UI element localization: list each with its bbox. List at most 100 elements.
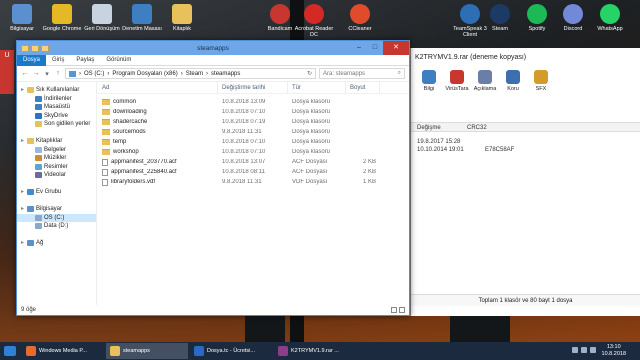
nav-item[interactable]: Belgeler: [17, 146, 96, 155]
nav-item[interactable]: Videolar: [17, 171, 96, 180]
back-arrow-icon[interactable]: ←: [21, 70, 29, 77]
nav-item[interactable]: Müzikler: [17, 154, 96, 163]
ribbon-tab[interactable]: Dosya: [17, 54, 47, 66]
file-row[interactable]: libraryfolders.vdf 9.8.2018 11:31 VDF Dosy…: [98, 177, 409, 187]
file-name[interactable]: workshop: [98, 149, 218, 155]
expand-arrow-icon[interactable]: ▸: [21, 86, 25, 95]
start-button[interactable]: [0, 343, 20, 359]
nav-item[interactable]: ▸ Bilgisayar: [17, 205, 96, 214]
title-bar[interactable]: steamapps – □ ✕: [17, 41, 409, 55]
nav-item[interactable]: İndirilenler: [17, 95, 96, 104]
details-view-icon[interactable]: [391, 307, 397, 313]
desktop-icon[interactable]: Acrobat Reader DC: [294, 4, 334, 38]
archive-col-crc[interactable]: CRC32: [461, 123, 521, 131]
breadcrumb-programs[interactable]: Program Dosyaları (x86): [112, 71, 177, 77]
col-size[interactable]: Boyut: [346, 81, 380, 94]
file-name[interactable]: downloading: [98, 109, 218, 115]
expand-arrow-icon[interactable]: ▸: [21, 137, 25, 146]
nav-item[interactable]: OS (C:): [17, 213, 96, 222]
file-name[interactable]: shadercache: [98, 119, 218, 125]
folder-icon: [102, 119, 110, 125]
ribbon-tab[interactable]: Görünüm: [100, 55, 137, 66]
archive-row[interactable]: 10.10.2014 19:01 E78C58AF: [411, 146, 640, 154]
expand-arrow-icon[interactable]: ▸: [21, 188, 25, 197]
file-row[interactable]: shadercache 10.8.2018 07:19 Dosya klasörü: [98, 117, 409, 127]
file-row[interactable]: common 10.8.2018 13:09 Dosya klasörü: [98, 97, 409, 107]
desktop-icon[interactable]: WhatsApp: [590, 4, 630, 32]
desktop-icon[interactable]: Kitaplık: [162, 4, 202, 32]
col-type[interactable]: Tür: [288, 81, 346, 94]
file-row[interactable]: appmanifest_203770.acf 10.8.2018 13:07 ACF…: [98, 157, 409, 167]
close-button[interactable]: ✕: [383, 41, 409, 55]
nav-item[interactable]: ▸ Sık Kullanılanlar: [17, 86, 96, 95]
ribbon-tab[interactable]: Giriş: [46, 55, 70, 66]
nav-item[interactable]: Resimler: [17, 163, 96, 172]
clock[interactable]: 13:10 10.8.2018: [602, 344, 626, 357]
taskbar-item[interactable]: steamapps: [106, 343, 188, 359]
col-date[interactable]: Değiştirme tarihi: [218, 81, 288, 94]
desktop-icon[interactable]: Google Chrome: [42, 4, 82, 32]
file-name[interactable]: appmanifest_203770.acf: [98, 158, 218, 166]
file-name[interactable]: libraryfolders.vdf: [98, 178, 218, 186]
search-input[interactable]: Ara: steamapps ⌕: [319, 68, 405, 79]
archive-tool-button[interactable]: SFX: [529, 70, 553, 108]
file-name[interactable]: appmanifest_225840.acf: [98, 168, 218, 176]
taskbar-item[interactable]: Dosya.tc - Ücretsi...: [190, 343, 272, 359]
file-row[interactable]: downloading 10.8.2018 07:10 Dosya klasörü: [98, 107, 409, 117]
file-name[interactable]: sourcemods: [98, 129, 218, 135]
taskbar-item[interactable]: K2TRYMV1.9.rar ...: [274, 343, 356, 359]
nav-item[interactable]: ▸ Kitaplıklar: [17, 137, 96, 146]
desktop-icon[interactable]: Discord: [553, 4, 593, 32]
nav-item[interactable]: Data (D:): [17, 222, 96, 231]
taskbar-item[interactable]: Windows Media P...: [22, 343, 104, 359]
side-badge[interactable]: U: [0, 50, 14, 94]
column-headers: Ad Değiştirme tarihi Tür Boyut: [98, 81, 409, 94]
archive-tool-button[interactable]: Açıklama: [473, 70, 497, 108]
nav-item[interactable]: SkyDrive: [17, 112, 96, 121]
breadcrumb-steam[interactable]: Steam: [186, 71, 203, 77]
address-path[interactable]: › OS (C:) › Program Dosyaları (x86) › St…: [65, 68, 316, 79]
ribbon-tab[interactable]: Paylaş: [70, 55, 100, 66]
expand-arrow-icon[interactable]: ▸: [21, 239, 25, 248]
breadcrumb-drive[interactable]: OS (C:): [84, 71, 104, 77]
archive-window: K2TRYMV1.9.rar (deneme kopyası) Bilgi Vir…: [410, 48, 640, 316]
desktop-icon[interactable]: Spotify: [517, 4, 557, 32]
file-row[interactable]: appmanifest_225840.acf 10.8.2018 08:11 ACF…: [98, 167, 409, 177]
desktop-icon[interactable]: Bilgisayar: [2, 4, 42, 32]
nav-item[interactable]: ▸ Ev Grubu: [17, 188, 96, 197]
desktop-icon[interactable]: Geri Dönüşüm: [82, 4, 122, 32]
volume-icon[interactable]: [590, 347, 596, 353]
file-row[interactable]: temp 10.8.2018 07:10 Dosya klasörü: [98, 137, 409, 147]
nav-item[interactable]: Son gidilen yerler: [17, 120, 96, 129]
file-row[interactable]: workshop 10.8.2018 07:10 Dosya klasörü: [98, 147, 409, 157]
up-arrow-icon[interactable]: ↑: [54, 70, 62, 77]
maximize-button[interactable]: □: [367, 41, 383, 55]
flag-icon[interactable]: [572, 347, 578, 353]
archive-tool-button[interactable]: VirüsTara: [445, 70, 469, 108]
archive-col-modified[interactable]: Değişme: [411, 123, 461, 131]
archive-tool-button[interactable]: Bilgi: [417, 70, 441, 108]
archive-tool-button[interactable]: Koru: [501, 70, 525, 108]
file-name[interactable]: temp: [98, 139, 218, 145]
file-row[interactable]: sourcemods 9.8.2018 11:31 Dosya klasörü: [98, 127, 409, 137]
file-name[interactable]: common: [98, 99, 218, 105]
large-icons-view-icon[interactable]: [399, 307, 405, 313]
breadcrumb-steamapps[interactable]: steamapps: [211, 71, 240, 77]
desktop-icon[interactable]: CCleaner: [340, 4, 380, 32]
archive-row[interactable]: 19.8.2017 15:28: [411, 138, 640, 146]
nav-item[interactable]: ▸ Ağ: [17, 239, 96, 248]
col-name[interactable]: Ad: [98, 81, 218, 94]
archive-tool-label: VirüsTara: [445, 86, 469, 92]
desktop-icon[interactable]: Steam: [480, 4, 520, 32]
expand-arrow-icon[interactable]: ▸: [21, 205, 25, 214]
refresh-icon[interactable]: ↻: [307, 70, 312, 77]
minimize-button[interactable]: –: [351, 41, 367, 55]
forward-arrow-icon[interactable]: →: [32, 70, 40, 77]
nav-item[interactable]: Masaüstü: [17, 103, 96, 112]
history-chevron-icon[interactable]: ▾: [43, 70, 51, 78]
file-name-text: libraryfolders.vdf: [111, 179, 156, 185]
network-icon[interactable]: [581, 347, 587, 353]
file-name-text: workshop: [113, 149, 139, 155]
desktop-icon[interactable]: Denetim Masası: [122, 4, 162, 32]
